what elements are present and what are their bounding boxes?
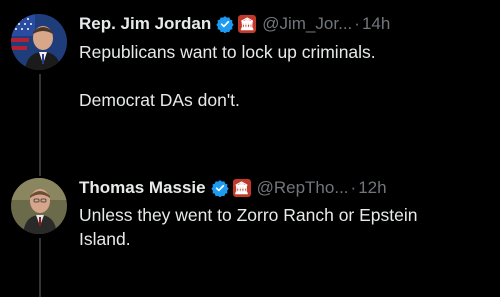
avatar[interactable]: [11, 14, 67, 70]
tweet-header: Rep. Jim Jordan 🏛 @Jim_Jor... · 14h: [79, 12, 390, 36]
avatar[interactable]: [11, 178, 67, 234]
tweet-line: Unless they went to Zorro Ranch or Epste…: [79, 205, 418, 225]
government-badge-icon: 🏛: [232, 179, 251, 197]
display-name[interactable]: Thomas Massie: [79, 178, 206, 198]
tweet-text: Unless they went to Zorro Ranch or Epste…: [79, 203, 489, 251]
verified-badge-icon: [216, 15, 234, 34]
timestamp[interactable]: 12h: [358, 178, 386, 198]
handle[interactable]: @RepTho...: [257, 178, 349, 198]
handle[interactable]: @Jim_Jor...: [262, 14, 352, 34]
tweet-text: Republicans want to lock up criminals. D…: [79, 40, 489, 112]
avatar-image: [11, 178, 67, 234]
separator-dot: ·: [354, 14, 360, 33]
tweet-line: Island.: [79, 229, 131, 249]
government-badge-icon: 🏛: [238, 15, 257, 33]
timestamp[interactable]: 14h: [362, 14, 390, 34]
display-name[interactable]: Rep. Jim Jordan: [79, 14, 211, 34]
tweet-header: Thomas Massie 🏛 @RepTho... · 12h: [79, 176, 387, 200]
tweet[interactable]: Rep. Jim Jordan 🏛 @Jim_Jor... · 14h Repu…: [0, 0, 500, 170]
tweet[interactable]: Thomas Massie 🏛 @RepTho... · 12h Unless …: [0, 170, 500, 297]
tweet-line: Republicans want to lock up criminals.: [79, 42, 376, 62]
tweet-line: Democrat DAs don't.: [79, 90, 240, 110]
avatar-image: [11, 14, 67, 70]
verified-badge-icon: [210, 179, 229, 198]
separator-dot: ·: [350, 178, 357, 197]
